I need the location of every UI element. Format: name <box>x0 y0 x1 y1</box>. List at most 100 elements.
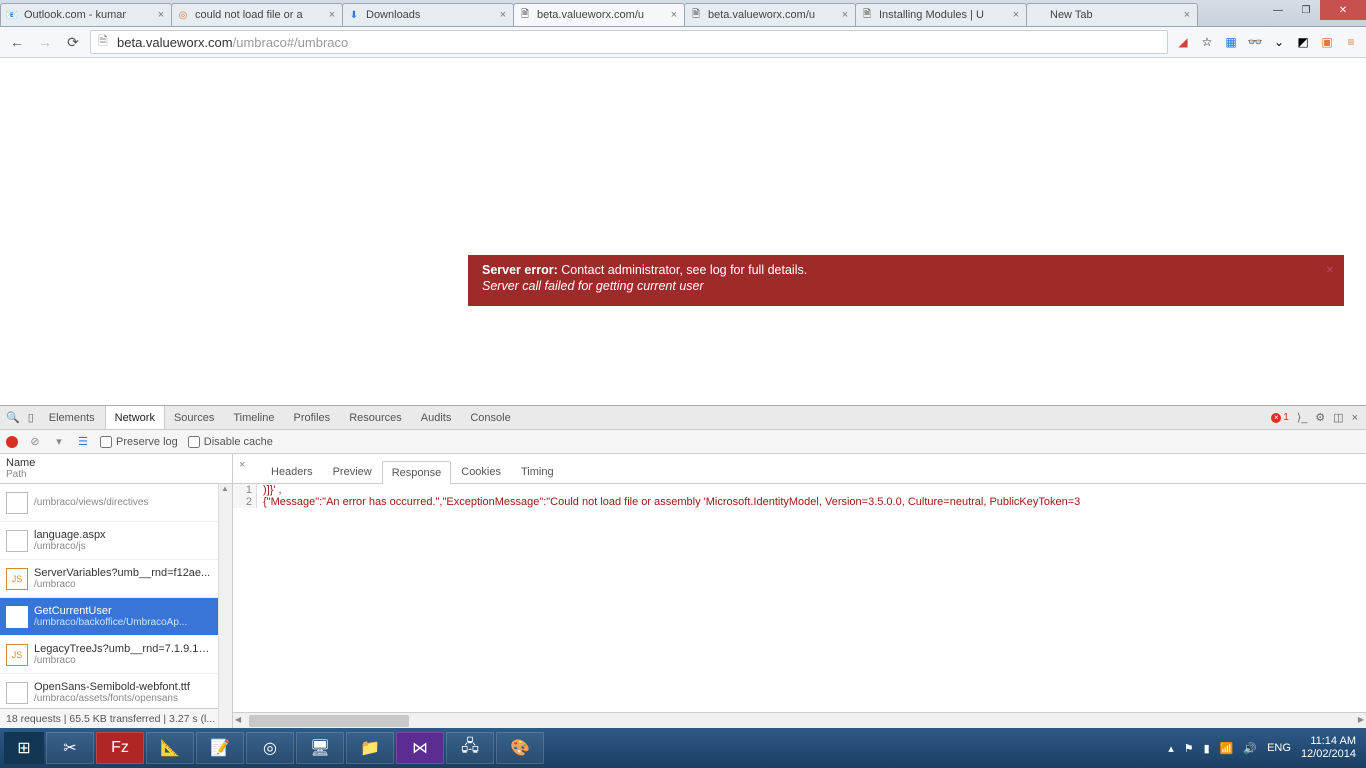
devtools-tab-sources[interactable]: Sources <box>165 406 224 429</box>
detail-tab-timing[interactable]: Timing <box>511 460 564 483</box>
back-button[interactable]: ← <box>6 31 28 53</box>
response-body[interactable]: 1)]}' , 2{"Message":"An error has occurr… <box>233 484 1366 712</box>
close-icon[interactable]: × <box>497 9 509 21</box>
taskbar-app[interactable]: 🖥 <box>296 732 344 764</box>
menu-icon[interactable]: ≡ <box>1342 33 1360 51</box>
ext-icon[interactable]: ◩ <box>1294 33 1312 51</box>
filter-icon[interactable]: ▾ <box>52 435 66 449</box>
favicon: ◎ <box>176 8 190 22</box>
browser-tab[interactable]: 📧 Outlook.com - kumar × <box>0 3 172 26</box>
browser-tab[interactable]: New Tab × <box>1026 3 1198 26</box>
site-info-icon[interactable]: 🗎 <box>95 34 111 50</box>
minimize-button[interactable]: — <box>1264 0 1292 20</box>
devtools-tab-audits[interactable]: Audits <box>412 406 462 429</box>
dock-icon[interactable]: ◫ <box>1333 411 1343 424</box>
ext-icon[interactable]: ▣ <box>1318 33 1336 51</box>
request-row[interactable]: JS LegacyTreeJs?umb__rnd=7.1.9.10.../umb… <box>0 636 218 674</box>
browser-tab-active[interactable]: 🗎 beta.valueworx.com/u × <box>513 3 685 26</box>
drawer-icon[interactable]: ⟩_ <box>1297 411 1307 424</box>
error-message-text: Contact administrator, see log for full … <box>561 263 807 277</box>
devtools-tab-resources[interactable]: Resources <box>340 406 412 429</box>
request-row[interactable]: JS ServerVariables?umb__rnd=f12ae.../umb… <box>0 560 218 598</box>
record-button[interactable] <box>6 436 18 448</box>
detail-tab-cookies[interactable]: Cookies <box>451 460 511 483</box>
network-toolbar: ⊘ ▾ ☰ Preserve log Disable cache <box>0 430 1366 454</box>
browser-toolbar: ← → ⟳ 🗎 beta.valueworx.com/umbraco#/umbr… <box>0 27 1366 58</box>
reload-button[interactable]: ⟳ <box>62 31 84 53</box>
close-detail-icon[interactable]: × <box>239 459 253 473</box>
code-line: )]}' , <box>257 484 282 496</box>
taskbar-app[interactable]: ✂ <box>46 732 94 764</box>
devtools-close-icon[interactable]: × <box>1352 412 1358 424</box>
clock[interactable]: 11:14 AM 12/02/2014 <box>1301 735 1356 761</box>
detail-tab-response[interactable]: Response <box>382 461 452 484</box>
close-icon[interactable]: × <box>668 9 680 21</box>
forward-button[interactable]: → <box>34 31 56 53</box>
taskbar-app-chrome[interactable]: ◎ <box>246 732 294 764</box>
volume-icon[interactable]: 🔊 <box>1243 742 1257 755</box>
ext-icon[interactable]: ▦ <box>1222 33 1240 51</box>
devtools-tab-elements[interactable]: Elements <box>40 406 105 429</box>
request-row[interactable]: /umbraco/views/directives <box>0 484 218 522</box>
maximize-button[interactable]: ❐ <box>1292 0 1320 20</box>
device-icon[interactable]: ▯ <box>28 411 34 424</box>
disable-cache-checkbox[interactable]: Disable cache <box>188 436 273 448</box>
preserve-log-checkbox[interactable]: Preserve log <box>100 436 178 448</box>
start-button[interactable]: ⊞ <box>4 732 44 764</box>
tray-icon[interactable]: ▴ <box>1168 742 1174 755</box>
tab-label: Downloads <box>366 9 493 21</box>
network-icon[interactable]: 📶 <box>1220 742 1234 755</box>
error-badge[interactable]: ×1 <box>1271 412 1289 423</box>
detail-tab-preview[interactable]: Preview <box>323 460 382 483</box>
angular-ext-icon[interactable]: ◢ <box>1174 33 1192 51</box>
pocket-ext-icon[interactable]: ⌄ <box>1270 33 1288 51</box>
close-window-button[interactable]: ✕ <box>1320 0 1366 20</box>
request-list-header[interactable]: Name Path <box>0 454 232 484</box>
taskbar-app[interactable]: 🖧 <box>446 732 494 764</box>
request-row[interactable]: language.aspx/umbraco/js <box>0 522 218 560</box>
req-path: /umbraco/backoffice/UmbracoAp... <box>34 617 187 628</box>
taskbar-app-paint[interactable]: 🎨 <box>496 732 544 764</box>
flag-icon[interactable]: ⚑ <box>1184 742 1194 755</box>
close-icon[interactable]: × <box>155 9 167 21</box>
browser-tab[interactable]: ⬇ Downloads × <box>342 3 514 26</box>
close-icon[interactable]: × <box>1010 9 1022 21</box>
devtools-tab-network[interactable]: Network <box>105 406 165 429</box>
taskbar-app[interactable]: 📝 <box>196 732 244 764</box>
taskbar-app-filezilla[interactable]: Fz <box>96 732 144 764</box>
battery-icon[interactable]: ▮ <box>1204 742 1210 755</box>
browser-tab[interactable]: ◎ could not load file or a × <box>171 3 343 26</box>
request-row[interactable]: OpenSans-Semibold-webfont.ttf/umbraco/as… <box>0 674 218 708</box>
scrollbar[interactable] <box>218 484 232 728</box>
incognito-ext-icon[interactable]: 👓 <box>1246 33 1264 51</box>
browser-tab[interactable]: 🗎 beta.valueworx.com/u × <box>684 3 856 26</box>
request-row-selected[interactable]: GetCurrentUser/umbraco/backoffice/Umbrac… <box>0 598 218 636</box>
view-icon[interactable]: ☰ <box>76 435 90 449</box>
code-line: {"Message":"An error has occurred.","Exc… <box>257 496 1080 508</box>
devtools-tab-profiles[interactable]: Profiles <box>285 406 341 429</box>
taskbar-app-explorer[interactable]: 📁 <box>346 732 394 764</box>
horizontal-scrollbar[interactable] <box>233 712 1366 728</box>
url-path: /umbraco#/umbraco <box>233 35 349 50</box>
col-name: Name <box>6 457 226 469</box>
system-tray: ▴ ⚑ ▮ 📶 🔊 ENG 11:14 AM 12/02/2014 <box>1168 735 1362 761</box>
bookmark-star-icon[interactable]: ☆ <box>1198 33 1216 51</box>
taskbar-app[interactable]: 📐 <box>146 732 194 764</box>
taskbar-app-visualstudio[interactable]: ⋈ <box>396 732 444 764</box>
clear-icon[interactable]: ⊘ <box>28 435 42 449</box>
detail-tab-headers[interactable]: Headers <box>261 460 323 483</box>
close-icon[interactable]: × <box>326 9 338 21</box>
settings-icon[interactable]: ⚙ <box>1315 411 1325 424</box>
search-icon[interactable]: 🔍 <box>6 411 20 424</box>
language-indicator[interactable]: ENG <box>1267 742 1291 754</box>
close-icon[interactable]: × <box>839 9 851 21</box>
devtools-tab-timeline[interactable]: Timeline <box>224 406 284 429</box>
address-bar[interactable]: 🗎 beta.valueworx.com/umbraco#/umbraco <box>90 30 1168 54</box>
devtools-tab-console[interactable]: Console <box>461 406 520 429</box>
browser-tab[interactable]: 🗎 Installing Modules | U × <box>855 3 1027 26</box>
close-icon[interactable]: × <box>1181 9 1193 21</box>
dismiss-error-button[interactable]: × <box>1326 261 1334 277</box>
page-icon: 🗎 <box>689 8 703 22</box>
tab-label: Outlook.com - kumar <box>24 9 151 21</box>
error-title: Server error: <box>482 263 558 277</box>
